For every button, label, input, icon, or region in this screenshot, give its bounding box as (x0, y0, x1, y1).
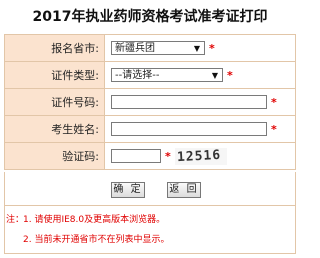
note-line-1: 1. 请使用IE8.0及更高版本浏览器。 (23, 215, 166, 225)
row-captcha: 验证码: * 12516 (4, 142, 296, 170)
required-mark: * (165, 149, 171, 163)
notes-panel: 注： 1. 请使用IE8.0及更高版本浏览器。 2. 当前未开通省市不在列表中显… (4, 206, 296, 254)
id-number-label: 证件号码: (4, 88, 105, 116)
row-id-type: 证件类型: --请选择-- ▼ * (4, 61, 296, 89)
id-type-select[interactable]: --请选择-- ▼ (111, 68, 223, 82)
captcha-label: 验证码: (4, 142, 105, 170)
captcha-image[interactable]: 12516 (174, 147, 227, 165)
province-select[interactable]: 新疆兵团 ▼ (111, 41, 205, 55)
captcha-input[interactable] (111, 149, 161, 163)
name-label: 考生姓名: (4, 115, 105, 143)
province-label: 报名省市: (4, 34, 105, 62)
row-province: 报名省市: 新疆兵团 ▼ * (4, 34, 296, 62)
page-title: 2017年执业药师资格考试准考证打印 (32, 9, 268, 25)
captcha-text: 12516 (176, 147, 222, 165)
id-type-value: --请选择-- (115, 70, 160, 81)
row-name: 考生姓名: * (4, 115, 296, 143)
print-form: 报名省市: 新疆兵团 ▼ * 证件类型: --请选择-- ▼ * 证件号码: *… (4, 34, 296, 170)
notes-prefix: 注： (6, 215, 25, 225)
name-input[interactable] (111, 122, 267, 136)
button-row: 确 定 返 回 (4, 172, 296, 206)
province-value: 新疆兵团 (115, 43, 155, 54)
confirm-button[interactable]: 确 定 (111, 182, 145, 198)
back-button[interactable]: 返 回 (167, 182, 201, 198)
id-number-input[interactable] (111, 95, 267, 109)
note-line-2: 2. 当前未开通省市不在列表中显示。 (23, 235, 170, 245)
id-type-label: 证件类型: (4, 61, 105, 89)
chevron-down-icon: ▼ (211, 71, 218, 80)
required-mark: * (227, 68, 233, 82)
required-mark: * (271, 122, 277, 136)
required-mark: * (271, 95, 277, 109)
row-id-number: 证件号码: * (4, 88, 296, 116)
chevron-down-icon: ▼ (193, 44, 200, 53)
required-mark: * (209, 41, 215, 55)
